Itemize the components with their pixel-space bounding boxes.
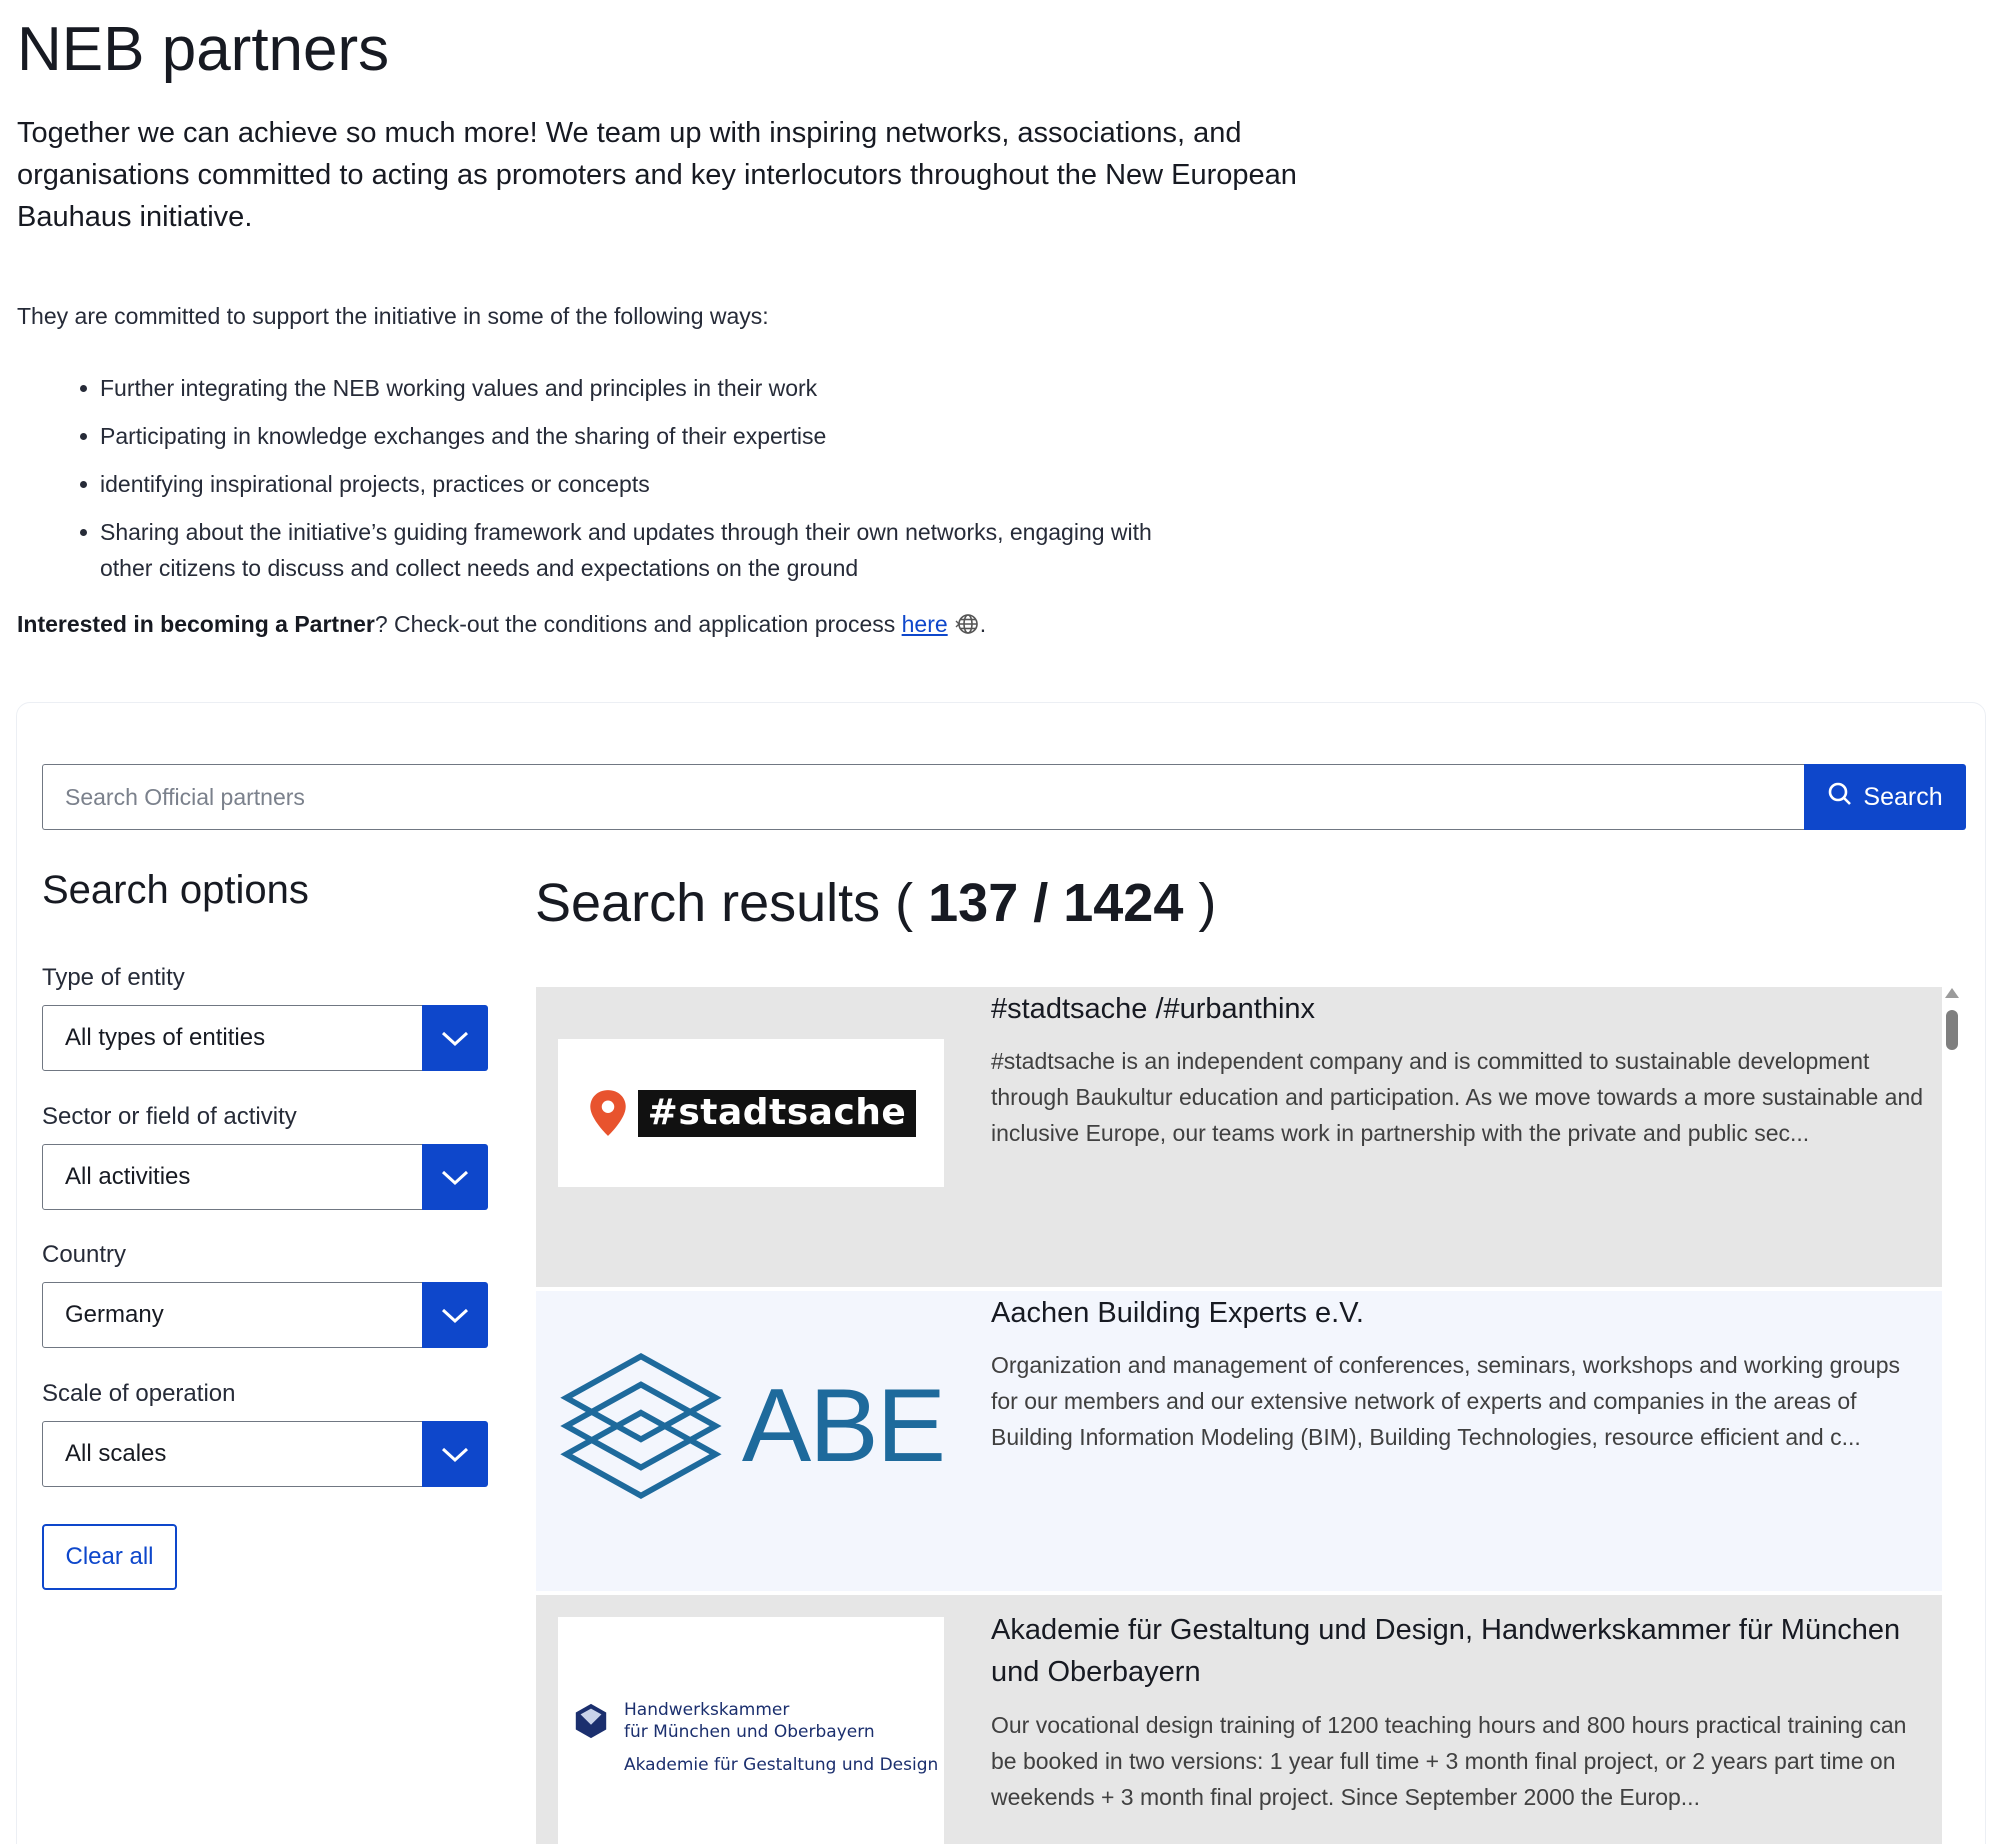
cta-end: . (979, 611, 987, 637)
chevron-down-icon[interactable] (421, 1420, 488, 1487)
result-description: #stadtsache is an independent company an… (991, 1048, 1924, 1146)
filter-label-country: Country (42, 1241, 127, 1268)
clear-all-button[interactable]: Clear all (42, 1524, 177, 1590)
results-count: 137 / 1424 (928, 873, 1184, 933)
search-button[interactable]: Search (1804, 764, 1966, 830)
partner-cta: Interested in becoming a Partner? Check-… (17, 611, 986, 638)
results-title-suffix: ) (1183, 873, 1217, 933)
here-link[interactable]: here (902, 611, 948, 637)
result-description: Our vocational design training of 1200 t… (991, 1712, 1907, 1810)
result-card[interactable]: Handwerkskammer für München und Oberbaye… (536, 1595, 1942, 1844)
partner-logo-stadtsache: #stadtsache (558, 1039, 944, 1187)
scale-value: All scales (65, 1440, 167, 1467)
hwk-emblem-icon (575, 1703, 607, 1739)
country-select[interactable]: Germany (42, 1281, 488, 1348)
result-title[interactable]: Aachen Building Experts e.V. (991, 1292, 1921, 1334)
search-icon (1827, 781, 1853, 814)
hwk-logo-line2: für München und Oberbayern (624, 1722, 875, 1742)
country-value: Germany (65, 1301, 164, 1328)
intro-text: They are committed to support the initia… (17, 303, 769, 329)
result-description: Organization and management of conferenc… (991, 1352, 1900, 1450)
lead-paragraph: Together we can achieve so much more! We… (17, 117, 1297, 233)
list-item: Further integrating the NEB working valu… (80, 370, 1200, 406)
stadtsache-logo-text: #stadtsache (637, 1089, 917, 1137)
hwk-logo-line3: Akademie für Gestaltung und Design (624, 1755, 939, 1775)
chevron-down-icon[interactable] (421, 1143, 488, 1210)
page-title: NEB partners (17, 15, 390, 84)
filter-label-sector: Sector or field of activity (42, 1103, 297, 1130)
abe-logo-text: ABE (741, 1367, 946, 1484)
search-options-title: Search options (42, 868, 309, 912)
result-card[interactable]: ABE Aachen Building Experts e.V. Organiz… (536, 1291, 1942, 1591)
sector-select[interactable]: All activities (42, 1143, 488, 1210)
scroll-up-arrow-icon[interactable] (1945, 988, 1959, 998)
cta-text: ? Check-out the conditions and applicati… (374, 611, 902, 637)
list-item: Participating in knowledge exchanges and… (80, 418, 1200, 454)
map-pin-icon (589, 1090, 626, 1136)
results-title-prefix: Search results ( (535, 873, 929, 933)
scale-select[interactable]: All scales (42, 1420, 488, 1487)
ways-list: Further integrating the NEB working valu… (80, 370, 1200, 598)
entity-type-value: All types of entities (65, 1024, 266, 1051)
search-results-title: Search results ( 137 / 1424 ) (535, 872, 1216, 934)
chevron-down-icon[interactable] (421, 1004, 488, 1071)
list-item: identifying inspirational projects, prac… (80, 466, 1200, 502)
result-card[interactable]: #stadtsache #stadtsache /#urbanthinx #st… (536, 987, 1942, 1287)
partner-logo-abe: ABE (558, 1331, 946, 1521)
results-scrollbar-thumb[interactable] (1946, 1010, 1958, 1050)
list-item: Sharing about the initiative’s guiding f… (80, 514, 1200, 586)
hwk-logo-line1: Handwerkskammer (624, 1700, 790, 1720)
external-link-globe-icon (954, 612, 980, 636)
abe-diamonds-logo (560, 1353, 722, 1499)
sector-value: All activities (65, 1163, 191, 1190)
cta-bold: Interested in becoming a Partner (17, 611, 375, 637)
chevron-down-icon[interactable] (421, 1281, 488, 1348)
filter-label-scale: Scale of operation (42, 1380, 236, 1407)
result-title[interactable]: Akademie für Gestaltung und Design, Hand… (991, 1609, 1921, 1693)
search-input[interactable] (42, 764, 1804, 830)
search-button-label: Search (1863, 782, 1943, 811)
entity-type-select[interactable]: All types of entities (42, 1004, 488, 1071)
filter-label-entity-type: Type of entity (42, 964, 185, 991)
partner-logo-hwk: Handwerkskammer für München und Oberbaye… (558, 1617, 944, 1844)
result-title[interactable]: #stadtsache /#urbanthinx (991, 988, 1921, 1030)
